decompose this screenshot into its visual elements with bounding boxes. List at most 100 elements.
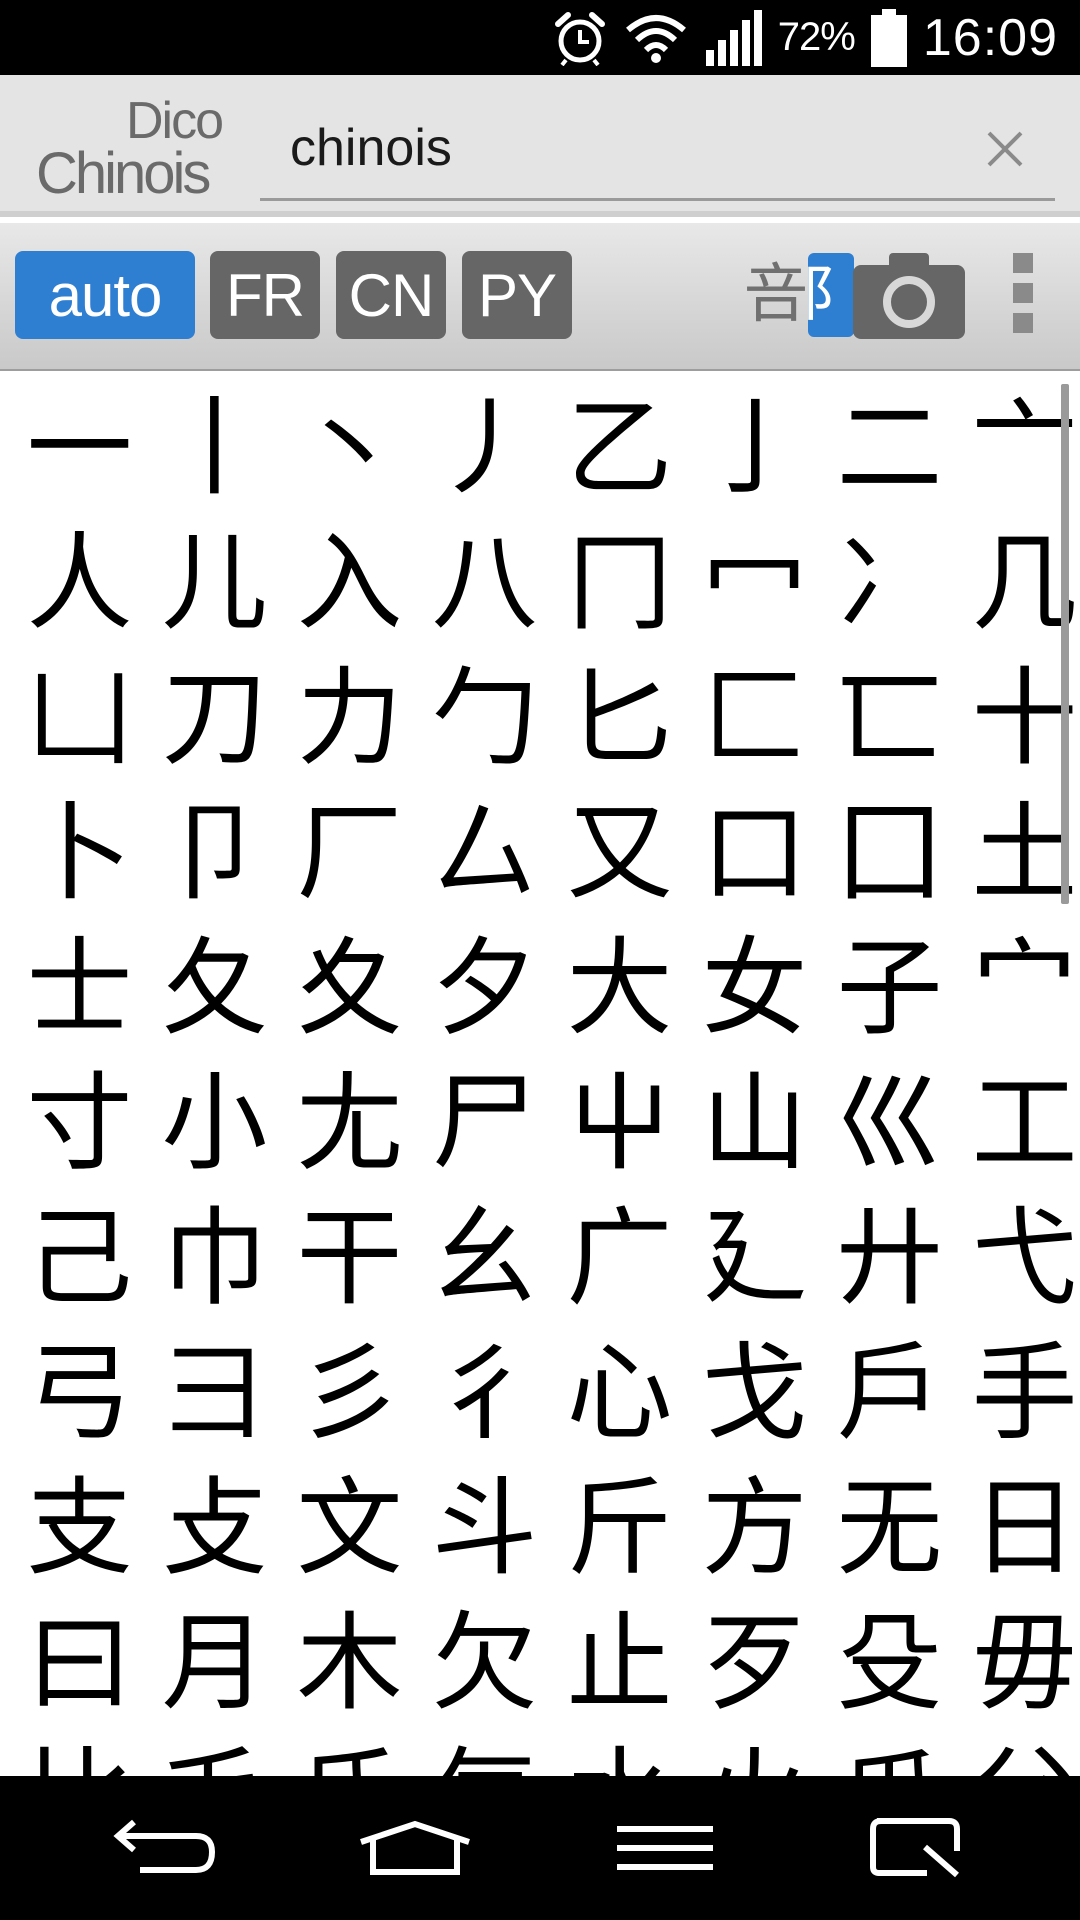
radical-cell[interactable]: 水 bbox=[552, 1731, 687, 1776]
radical-cell[interactable]: 夂 bbox=[147, 921, 282, 1056]
radical-cell[interactable]: 山 bbox=[687, 1056, 822, 1191]
radical-cell[interactable]: 方 bbox=[687, 1461, 822, 1596]
back-button[interactable] bbox=[105, 1808, 225, 1888]
radical-cell[interactable]: 匚 bbox=[687, 651, 822, 786]
radical-cell[interactable]: 儿 bbox=[147, 516, 282, 651]
radical-cell[interactable]: 勹 bbox=[417, 651, 552, 786]
radical-cell[interactable]: 女 bbox=[687, 921, 822, 1056]
overflow-menu-button[interactable] bbox=[1012, 253, 1034, 333]
radical-cell[interactable]: 爪 bbox=[822, 1731, 957, 1776]
radical-cell[interactable]: 夊 bbox=[282, 921, 417, 1056]
radical-cell[interactable]: 丿 bbox=[417, 381, 552, 516]
home-button[interactable] bbox=[355, 1808, 475, 1888]
radical-cell[interactable]: 廴 bbox=[687, 1191, 822, 1326]
radical-cell[interactable]: 干 bbox=[282, 1191, 417, 1326]
radical-cell[interactable]: 攴 bbox=[147, 1461, 282, 1596]
radical-cell[interactable]: 丨 bbox=[147, 381, 282, 516]
radical-cell[interactable]: 无 bbox=[822, 1461, 957, 1596]
radical-search-button[interactable]: 咅 阝 bbox=[744, 251, 861, 339]
scrollbar[interactable] bbox=[1061, 384, 1069, 904]
radical-cell[interactable]: 匸 bbox=[822, 651, 957, 786]
radical-cell[interactable]: 日 bbox=[957, 1461, 1080, 1596]
radical-cell[interactable]: 氏 bbox=[282, 1731, 417, 1776]
radical-cell[interactable]: 宀 bbox=[957, 921, 1080, 1056]
radical-cell[interactable]: 手 bbox=[957, 1326, 1080, 1461]
radical-cell[interactable]: 小 bbox=[147, 1056, 282, 1191]
radical-cell[interactable]: 入 bbox=[282, 516, 417, 651]
mode-py-button[interactable]: PY bbox=[462, 251, 572, 339]
radical-cell[interactable]: 匕 bbox=[552, 651, 687, 786]
radical-cell[interactable]: 彡 bbox=[282, 1326, 417, 1461]
radical-cell[interactable]: 斤 bbox=[552, 1461, 687, 1596]
radical-cell[interactable]: 夕 bbox=[417, 921, 552, 1056]
radical-cell[interactable]: 屮 bbox=[552, 1056, 687, 1191]
radical-cell[interactable]: 子 bbox=[822, 921, 957, 1056]
radical-cell[interactable]: 斗 bbox=[417, 1461, 552, 1596]
radical-cell[interactable]: 尢 bbox=[282, 1056, 417, 1191]
mode-fr-button[interactable]: FR bbox=[210, 251, 320, 339]
radical-cell[interactable]: 弓 bbox=[12, 1326, 147, 1461]
radical-cell[interactable]: 欠 bbox=[417, 1596, 552, 1731]
radical-cell[interactable]: 殳 bbox=[822, 1596, 957, 1731]
radical-cell[interactable]: 囗 bbox=[822, 786, 957, 921]
mode-cn-button[interactable]: CN bbox=[336, 251, 446, 339]
radical-cell[interactable]: 彳 bbox=[417, 1326, 552, 1461]
radical-cell[interactable]: 冫 bbox=[822, 516, 957, 651]
radical-cell[interactable]: 心 bbox=[552, 1326, 687, 1461]
menu-button[interactable] bbox=[605, 1808, 725, 1888]
radical-cell[interactable]: 寸 bbox=[12, 1056, 147, 1191]
radical-cell[interactable]: 父 bbox=[957, 1731, 1080, 1776]
radical-cell[interactable]: 刀 bbox=[147, 651, 282, 786]
radical-cell[interactable]: 卜 bbox=[12, 786, 147, 921]
radical-cell[interactable]: 止 bbox=[552, 1596, 687, 1731]
radical-cell[interactable]: 毛 bbox=[147, 1731, 282, 1776]
clear-search-button[interactable] bbox=[975, 119, 1035, 179]
radical-cell[interactable]: 气 bbox=[417, 1731, 552, 1776]
search-field[interactable] bbox=[260, 101, 1055, 201]
radical-cell[interactable]: 曰 bbox=[12, 1596, 147, 1731]
radical-cell[interactable]: 歹 bbox=[687, 1596, 822, 1731]
radical-cell[interactable]: 幺 bbox=[417, 1191, 552, 1326]
radical-cell[interactable]: 己 bbox=[12, 1191, 147, 1326]
radical-cell[interactable]: 力 bbox=[282, 651, 417, 786]
radical-cell[interactable]: 尸 bbox=[417, 1056, 552, 1191]
radical-cell[interactable]: 厂 bbox=[282, 786, 417, 921]
radical-cell[interactable]: 又 bbox=[552, 786, 687, 921]
radical-cell[interactable]: 廾 bbox=[822, 1191, 957, 1326]
radical-cell[interactable]: 月 bbox=[147, 1596, 282, 1731]
radical-cell[interactable]: 冂 bbox=[552, 516, 687, 651]
radical-cell[interactable]: 口 bbox=[687, 786, 822, 921]
radical-cell[interactable]: 巛 bbox=[822, 1056, 957, 1191]
camera-button[interactable] bbox=[853, 253, 965, 339]
radical-cell[interactable]: 支 bbox=[12, 1461, 147, 1596]
radical-cell[interactable]: 巾 bbox=[147, 1191, 282, 1326]
radical-cell[interactable]: 广 bbox=[552, 1191, 687, 1326]
radical-cell[interactable]: 戶 bbox=[822, 1326, 957, 1461]
qslide-button[interactable] bbox=[855, 1808, 975, 1888]
mode-auto-button[interactable]: auto bbox=[15, 251, 195, 339]
radical-grid-inner: 一丨丶丿乙亅二亠人儿入八冂冖冫几凵刀力勹匕匚匸十卜卩厂厶又口囗土士夂夊夕大女子宀… bbox=[12, 381, 1080, 1776]
radical-cell[interactable]: 人 bbox=[12, 516, 147, 651]
radical-cell[interactable]: 凵 bbox=[12, 651, 147, 786]
radical-cell[interactable]: 士 bbox=[12, 921, 147, 1056]
radical-cell[interactable]: 戈 bbox=[687, 1326, 822, 1461]
radical-cell[interactable]: 工 bbox=[957, 1056, 1080, 1191]
radical-cell[interactable]: 厶 bbox=[417, 786, 552, 921]
radical-cell[interactable]: 一 bbox=[12, 381, 147, 516]
radical-cell[interactable]: 乙 bbox=[552, 381, 687, 516]
radical-cell[interactable]: 丶 bbox=[282, 381, 417, 516]
radical-cell[interactable]: 火 bbox=[687, 1731, 822, 1776]
radical-cell[interactable]: 大 bbox=[552, 921, 687, 1056]
radical-cell[interactable]: 八 bbox=[417, 516, 552, 651]
search-input[interactable] bbox=[260, 101, 960, 195]
radical-cell[interactable]: 彐 bbox=[147, 1326, 282, 1461]
radical-cell[interactable]: 二 bbox=[822, 381, 957, 516]
radical-cell[interactable]: 文 bbox=[282, 1461, 417, 1596]
radical-cell[interactable]: 卩 bbox=[147, 786, 282, 921]
radical-cell[interactable]: 毋 bbox=[957, 1596, 1080, 1731]
radical-cell[interactable]: 弋 bbox=[957, 1191, 1080, 1326]
radical-cell[interactable]: 比 bbox=[12, 1731, 147, 1776]
radical-cell[interactable]: 冖 bbox=[687, 516, 822, 651]
radical-cell[interactable]: 亅 bbox=[687, 381, 822, 516]
radical-cell[interactable]: 木 bbox=[282, 1596, 417, 1731]
